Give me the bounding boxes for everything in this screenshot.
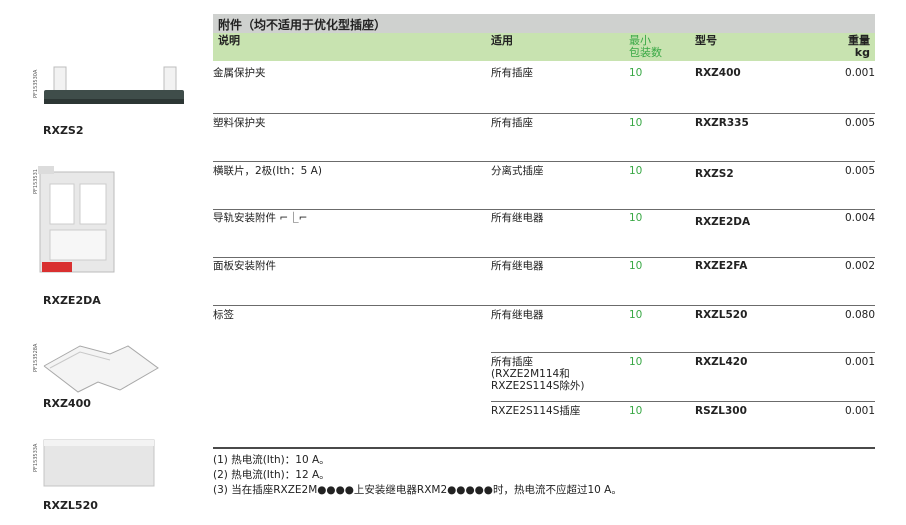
row-divider [491, 401, 875, 402]
cell-applies: 所有插座 (RXZE2M114和 RXZE2S114S除外) [491, 356, 585, 392]
image-code: PF153528A [33, 343, 39, 372]
cell-model: RXZL420 [695, 356, 748, 368]
product-label: RXZL520 [43, 499, 98, 512]
footnote: (3) 当在插座RXZE2M●●●●上安装继电器RXM2●●●●●时，热电流不应… [213, 484, 622, 496]
cell-description: 横联片，2极(Ith：5 A) [213, 165, 322, 177]
cell-weight: 0.005 [844, 165, 875, 177]
product-image-rxzl520 [42, 438, 157, 490]
product-image-rxz400 [40, 338, 165, 400]
cell-min-pack: 10 [629, 356, 643, 368]
header-description: 说明 [218, 34, 240, 47]
cell-weight: 0.004 [844, 212, 875, 224]
header-weight: 重量 kg [848, 34, 870, 59]
cell-description: 金属保护夹 [213, 67, 266, 79]
product-label: RXZE2DA [43, 294, 101, 307]
cell-min-pack: 10 [629, 405, 643, 417]
cell-min-pack: 10 [629, 309, 643, 321]
cell-description: 塑料保护夹 [213, 117, 266, 129]
cell-min-pack: 10 [629, 67, 643, 79]
cell-weight: 0.001 [844, 67, 875, 79]
image-code: PF153533A [33, 443, 39, 472]
cell-description: 面板安装附件 [213, 260, 276, 272]
cell-min-pack: 10 [629, 212, 643, 224]
header-model: 型号 [695, 34, 717, 47]
cell-description: 标签 [213, 309, 234, 321]
cell-model: RXZR335 [695, 117, 749, 129]
row-divider [213, 209, 875, 210]
product-label: RXZ400 [43, 397, 91, 410]
row-divider [213, 257, 875, 258]
cell-applies: 所有继电器 [491, 309, 544, 321]
row-divider [213, 305, 875, 306]
cell-weight: 0.001 [844, 405, 875, 417]
table-title-bar: 附件（均不适用于优化型插座） [213, 14, 875, 33]
table-title: 附件（均不适用于优化型插座） [218, 18, 387, 32]
row-divider [213, 161, 875, 162]
cell-applies: 所有插座 [491, 117, 533, 129]
product-image-rxze2da [38, 164, 118, 282]
footnote: (2) 热电流(Ith)：12 A。 [213, 469, 330, 481]
cell-min-pack: 10 [629, 260, 643, 272]
image-code: PF153530A [33, 69, 39, 98]
cell-description: 导轨安装附件 ⌐⎿⌐ [213, 212, 308, 224]
cell-weight: 0.005 [844, 117, 875, 129]
cell-applies: 所有继电器 [491, 212, 544, 224]
cell-min-pack: 10 [629, 117, 643, 129]
cell-model: RXZ400 [695, 67, 741, 79]
cell-applies: RXZE2S114S插座 [491, 405, 581, 417]
footnote: (1) 热电流(Ith)：10 A。 [213, 454, 330, 466]
header-min-pack: 最小 包装数 [629, 34, 662, 59]
product-label: RXZS2 [43, 124, 84, 137]
cell-weight: 0.002 [844, 260, 875, 272]
cell-model: RSZL300 [695, 405, 747, 417]
cell-min-pack: 10 [629, 165, 643, 177]
cell-applies: 所有插座 [491, 67, 533, 79]
cell-model: RXZE2DA [695, 216, 751, 228]
row-divider [491, 352, 875, 353]
table-bottom-rule [213, 447, 875, 449]
table-header [213, 33, 875, 61]
row-divider [213, 113, 875, 114]
cell-model: RXZL520 [695, 309, 748, 321]
cell-weight: 0.080 [844, 309, 875, 321]
cell-applies: 分离式插座 [491, 165, 544, 177]
cell-model: RXZE2FA [695, 260, 748, 272]
header-applies: 适用 [491, 34, 513, 47]
cell-applies: 所有继电器 [491, 260, 544, 272]
product-image-rxzs2 [40, 62, 185, 117]
cell-model: RXZS2 [695, 168, 734, 180]
cell-weight: 0.001 [844, 356, 875, 368]
